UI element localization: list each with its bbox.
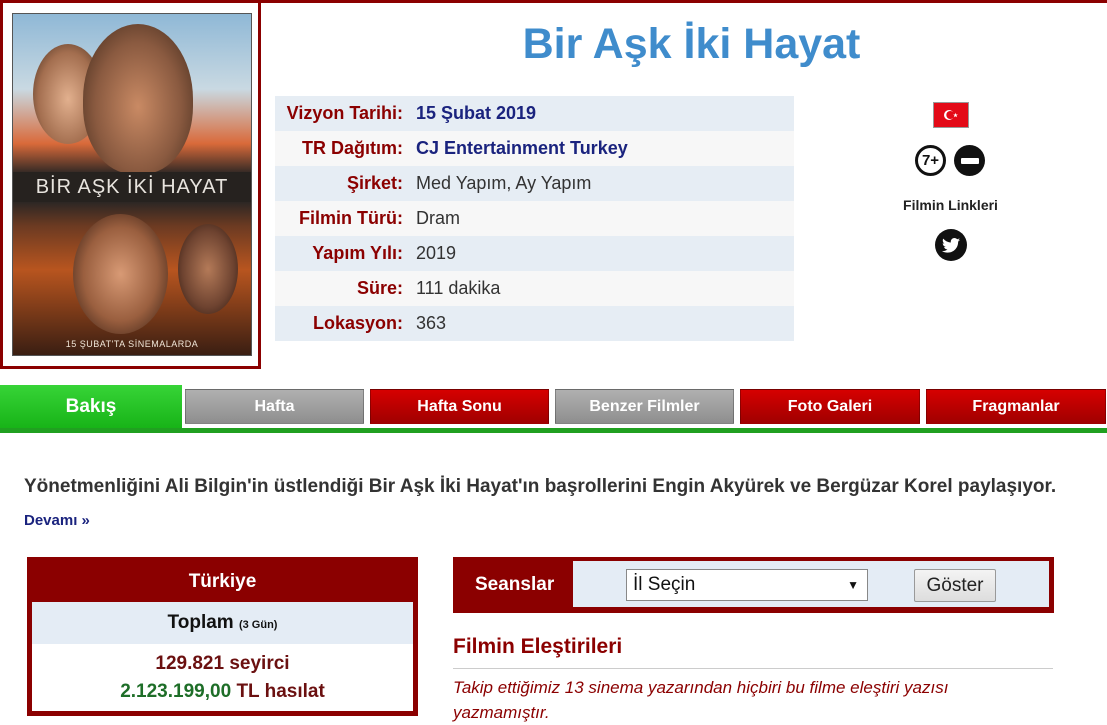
movie-tabs: Bakış Hafta Hafta Sonu Benzer Filmler Fo… [0, 385, 1107, 433]
release-date-link[interactable]: 15 Şubat 2019 [416, 103, 536, 124]
tab-fragmanlar[interactable]: Fragmanlar [926, 389, 1106, 424]
age-rating-icon: 7+ [915, 145, 946, 176]
box-office-panel: Türkiye Toplam (3 Gün) 129.821 seyirci 2… [27, 557, 418, 716]
gross-unit: TL hasılat [236, 681, 325, 702]
sessions-panel: İl Seçin ▼ Göster [573, 561, 1049, 607]
admissions-value: 129.821 [155, 653, 225, 674]
show-button[interactable]: Göster [914, 569, 996, 602]
info-label: Süre: [356, 278, 403, 298]
tab-benzer-filmler[interactable]: Benzer Filmler [555, 389, 734, 424]
tab-hafta[interactable]: Hafta [185, 389, 364, 424]
info-row-duration: Süre: 111 dakika [275, 271, 794, 306]
info-row-location: Lokasyon: 363 [275, 306, 794, 341]
info-value: Dram [416, 208, 460, 228]
poster-frame: BİR AŞK İKİ HAYAT 15 ŞUBAT'TA SİNEMALARD… [0, 0, 261, 369]
info-label: Şirket: [346, 173, 403, 193]
summary-text: Yönetmenliğini Ali Bilgin'in üstlendiği … [24, 476, 1057, 497]
box-office-stats: 129.821 seyirci 2.123.199,00 TL hasılat [32, 644, 413, 706]
info-row-company: Şirket: Med Yapım, Ay Yapım [275, 166, 794, 201]
tabs-underline [0, 428, 1107, 433]
info-label: Filmin Türü: [299, 208, 403, 228]
sessions-bar: Seanslar İl Seçin ▼ Göster [453, 557, 1054, 613]
info-value: Med Yapım, Ay Yapım [416, 173, 592, 193]
city-select-value: İl Seçin [633, 574, 696, 595]
info-label: Lokasyon: [312, 313, 403, 333]
movie-summary: Yönetmenliğini Ali Bilgin'in üstlendiği … [24, 470, 1084, 537]
distributor-link[interactable]: CJ Entertainment Turkey [416, 138, 628, 159]
dropdown-arrow-icon: ▼ [847, 578, 859, 592]
movie-poster[interactable]: BİR AŞK İKİ HAYAT 15 ŞUBAT'TA SİNEMALARD… [12, 13, 252, 356]
info-value: 111 dakika [416, 278, 501, 298]
info-value: 2019 [416, 243, 457, 263]
reviews-text: Takip ettiğimiz 13 sinema yazarından hiç… [453, 678, 949, 722]
twitter-icon[interactable] [935, 229, 967, 261]
info-row-genre: Filmin Türü: Dram [275, 201, 794, 236]
box-office-country: Türkiye [32, 562, 413, 602]
page-title: Bir Aşk İki Hayat [522, 20, 861, 68]
info-row-distributor: TR Dağıtım: CJ Entertainment Turkey [275, 131, 794, 166]
total-label: Toplam [167, 612, 234, 633]
turkey-flag-icon [933, 102, 969, 128]
tab-bakis[interactable]: Bakış [0, 385, 182, 433]
rating-badges: 7+ [915, 145, 985, 176]
info-row-release: Vizyon Tarihi: 15 Şubat 2019 [275, 96, 794, 131]
info-row-year: Yapım Yılı: 2019 [275, 236, 794, 271]
gross-line: 2.123.199,00 TL hasılat [32, 678, 413, 706]
city-select[interactable]: İl Seçin ▼ [626, 569, 868, 601]
film-links-label: Filmin Linkleri [903, 197, 998, 213]
info-value: 363 [416, 313, 447, 333]
reviews-title: Filmin Eleştirileri [453, 635, 623, 658]
days-count: (3 Gün) [238, 619, 278, 631]
restriction-icon [954, 145, 985, 176]
gross-value: 2.123.199,00 [120, 681, 232, 702]
tab-foto-galeri[interactable]: Foto Galeri [740, 389, 920, 424]
info-label: TR Dağıtım: [302, 138, 403, 158]
poster-title: BİR AŞK İKİ HAYAT [13, 172, 251, 202]
admissions-line: 129.821 seyirci [32, 650, 413, 678]
poster-release-text: 15 ŞUBAT'TA SİNEMALARDA [65, 339, 199, 349]
reviews-divider [453, 668, 1053, 669]
admissions-unit: seyirci [229, 653, 290, 674]
movie-info-table: Vizyon Tarihi: 15 Şubat 2019 TR Dağıtım:… [275, 96, 794, 341]
read-more-link[interactable]: Devamı » [24, 512, 90, 529]
box-office-total-row: Toplam (3 Gün) [32, 602, 413, 644]
info-label: Vizyon Tarihi: [286, 103, 403, 123]
sessions-label: Seanslar [475, 574, 555, 595]
tab-hafta-sonu[interactable]: Hafta Sonu [370, 389, 549, 424]
info-label: Yapım Yılı: [312, 243, 403, 263]
